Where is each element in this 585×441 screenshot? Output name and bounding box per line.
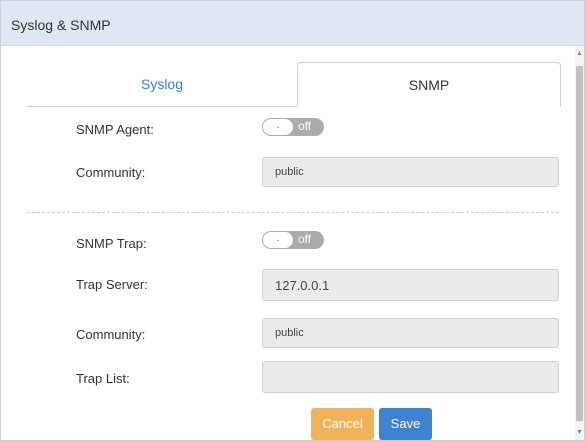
trap-server-label: Trap Server: [76, 277, 148, 292]
trap-community-input-value: public [275, 327, 304, 339]
tab-bar: Syslog SNMP [27, 62, 561, 107]
section-divider [27, 212, 559, 213]
trap-community-input[interactable]: public [262, 318, 559, 348]
save-button[interactable]: Save [379, 408, 432, 440]
scrollbar-thumb[interactable] [576, 66, 583, 421]
trap-community-label: Community: [76, 327, 146, 342]
dialog-title: Syslog & SNMP [11, 17, 111, 33]
tab-snmp[interactable]: SNMP [297, 62, 561, 107]
trap-server-input[interactable]: 127.0.0.1 [262, 269, 559, 301]
toggle-knob: . [263, 232, 293, 248]
toggle-state-text: off [298, 232, 312, 246]
trap-list-label: Trap List: [76, 371, 130, 386]
toggle-knob: . [263, 119, 293, 135]
dialog-header: Syslog & SNMP [1, 1, 584, 46]
community-label: Community: [76, 165, 146, 180]
community-input[interactable]: public [262, 157, 559, 187]
snmp-trap-label: SNMP Trap: [76, 236, 147, 251]
community-input-value: public [275, 166, 304, 178]
syslog-snmp-dialog: Syslog & SNMP Syslog SNMP SNMP Agent: . … [0, 0, 585, 441]
cancel-button[interactable]: Cancel [311, 408, 374, 440]
trap-server-input-value: 127.0.0.1 [275, 277, 330, 293]
snmp-trap-toggle[interactable]: . off [262, 231, 324, 249]
snmp-agent-toggle[interactable]: . off [262, 118, 324, 136]
snmp-agent-label: SNMP Agent: [76, 122, 154, 137]
toggle-state-text: off [298, 119, 312, 133]
scroll-down-arrow-icon[interactable]: ▼ [575, 428, 584, 438]
tab-syslog[interactable]: Syslog [27, 62, 297, 106]
trap-list-input[interactable] [262, 361, 559, 393]
vertical-scrollbar[interactable]: ▲ ▼ [575, 46, 584, 440]
scroll-up-arrow-icon[interactable]: ▲ [575, 49, 584, 59]
